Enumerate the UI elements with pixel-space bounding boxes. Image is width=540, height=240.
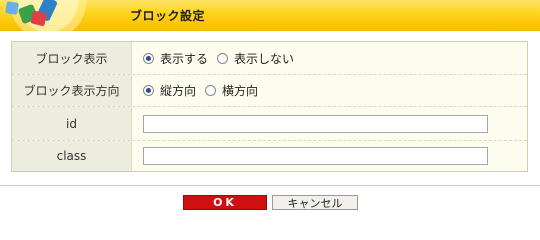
radio-horizontal-button[interactable]	[205, 85, 217, 96]
ok-button[interactable]: OK	[183, 195, 267, 210]
id-input[interactable]	[143, 114, 488, 133]
radio-show-label: 表示する	[160, 51, 209, 66]
block-logo-icon	[5, 0, 86, 31]
radio-hide-button[interactable]	[217, 52, 229, 64]
radio-show-button[interactable]	[143, 52, 154, 64]
radio-horizontal-label: 横方向	[222, 84, 259, 98]
footer-divider	[0, 185, 540, 186]
row-class: class	[12, 141, 527, 171]
id-label: id	[12, 107, 132, 140]
header-bar: ブロック設定	[0, 0, 540, 31]
page-title: ブロック設定	[130, 9, 206, 23]
block-direction-options: 縦方向 横方向	[133, 75, 527, 106]
block-display-label: ブロック表示	[12, 42, 132, 74]
radio-vertical-button[interactable]	[143, 85, 154, 96]
radio-option-hide[interactable]: 表示しない	[217, 50, 294, 67]
row-block-display: ブロック表示 表示する 表示しない	[12, 42, 527, 75]
radio-hide-label: 表示しない	[234, 51, 295, 66]
radio-option-horizontal[interactable]: 横方向	[205, 82, 258, 99]
class-label: class	[12, 141, 132, 171]
radio-option-vertical[interactable]: 縦方向	[143, 82, 196, 99]
row-id: id	[12, 107, 527, 141]
block-display-options: 表示する 表示しない	[133, 42, 527, 74]
block-direction-label: ブロック表示方向	[12, 75, 132, 106]
class-value-cell	[133, 141, 527, 171]
block-settings-form: ブロック表示 表示する 表示しない ブロック表示方向 縦方向 横方向 id cl…	[11, 41, 528, 172]
row-block-direction: ブロック表示方向 縦方向 横方向	[12, 75, 527, 107]
cancel-button[interactable]: キャンセル	[272, 195, 358, 210]
radio-vertical-label: 縦方向	[160, 84, 197, 98]
class-input[interactable]	[143, 147, 488, 165]
radio-option-show[interactable]: 表示する	[143, 50, 208, 67]
header-divider	[0, 31, 540, 33]
id-value-cell	[133, 107, 527, 140]
